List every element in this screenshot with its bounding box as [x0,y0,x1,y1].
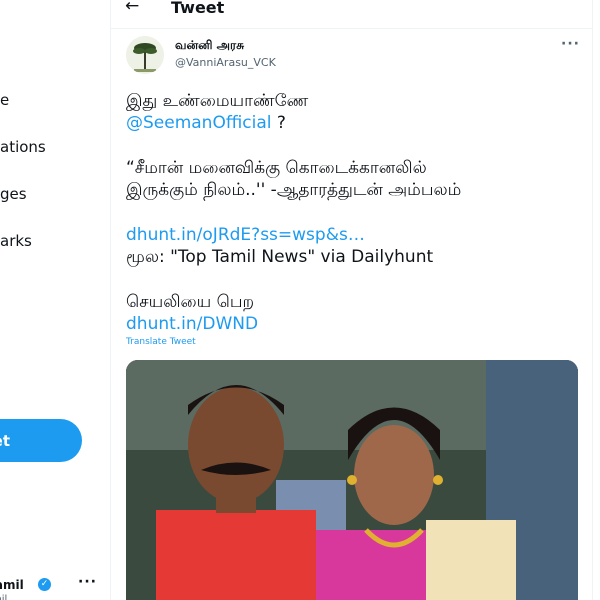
tweet-line: “சீமான் மனைவிக்கு கொடைக்கானலில் [126,158,427,178]
tweet-photo[interactable] [126,360,578,600]
more-icon[interactable]: ··· [78,574,97,590]
mention-link[interactable]: @SeemanOfficial [126,113,272,133]
sidebar: e ations ges arks et a Tamil ✓ ··· mil [0,0,110,600]
main-column: ← Tweet வன்னி அரசு @VanniArasu_VCK ··· இ… [110,0,593,600]
article-link[interactable]: dhunt.in/oJRdE?ss=wsp&s… [126,224,581,246]
sidebar-item-label: ations [0,138,46,156]
translate-link[interactable]: Translate Tweet [126,337,196,347]
mention-suffix: ? [271,113,286,133]
tweet-line: இது உண்மையாண்ணே [126,91,309,111]
author-handle[interactable]: @VanniArasu_VCK [175,56,276,69]
tweet-line: செயலியை பெற [126,292,255,312]
more-icon[interactable]: ··· [561,36,580,52]
sidebar-item-label: arks [0,232,32,250]
tweet-mention-line: @SeemanOfficial ? [126,112,581,134]
tweet-text: இது உண்மையாண்ணே @SeemanOfficial ? “சீமான… [126,90,581,335]
tweet-line: மூல: "Top Tamil News" via Dailyhunt [126,247,434,267]
account-handle: mil [0,594,8,600]
sidebar-item-label: ges [0,185,27,203]
app-link[interactable]: dhunt.in/DWND [126,313,581,335]
page-title: Tweet [171,0,225,17]
verified-icon: ✓ [38,578,51,591]
tweet-button[interactable]: et [0,419,82,462]
avatar[interactable] [126,36,164,74]
account-name: a Tamil [0,578,24,592]
account-switcher[interactable]: a Tamil ✓ ··· mil [0,572,110,600]
sidebar-item-label: e [0,91,10,109]
author-name[interactable]: வன்னி அரசு [175,38,244,54]
back-arrow-icon[interactable]: ← [125,0,139,16]
header: ← Tweet [111,0,592,29]
tweet-button-label: et [0,431,10,450]
tweet-line: இருக்கும் நிலம்..'' -ஆதாரத்துடன் அம்பலம் [126,180,462,200]
